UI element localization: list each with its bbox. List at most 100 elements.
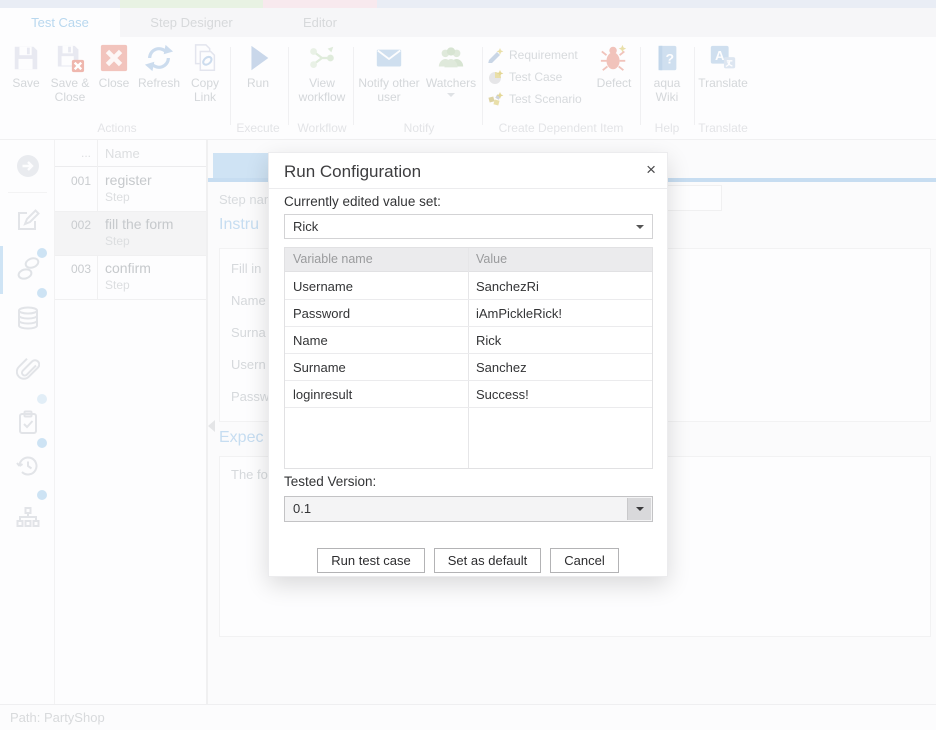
dialog-close-icon[interactable]: × xyxy=(646,160,656,180)
set-as-default-button[interactable]: Set as default xyxy=(434,548,542,573)
sidebar-item-data[interactable] xyxy=(0,296,54,344)
defect-icon xyxy=(599,43,629,73)
aqua-wiki-button[interactable]: ? aqua Wiki xyxy=(644,43,690,105)
tab-step-designer[interactable]: Step Designer xyxy=(120,8,263,37)
create-test-scenario-button[interactable]: Test Scenario xyxy=(488,89,582,109)
column-header-value: Value xyxy=(476,252,507,266)
close-label: Close xyxy=(94,76,134,90)
variable-value-cell[interactable]: Success! xyxy=(476,387,529,402)
step-row-001[interactable]: 001 register Step xyxy=(55,168,206,212)
view-workflow-button[interactable]: View workflow xyxy=(294,43,350,105)
arrow-right-circle-icon xyxy=(16,154,40,178)
tested-version-combobox[interactable]: 0.1 xyxy=(284,496,653,522)
scenario-icon xyxy=(488,91,504,107)
create-requirement-button[interactable]: Requirement xyxy=(488,45,578,65)
tab-test-case[interactable]: Test Case xyxy=(0,8,120,37)
translate-button[interactable]: A Translate xyxy=(698,43,748,90)
select-caret-icon xyxy=(636,225,644,229)
watchers-button[interactable]: Watchers xyxy=(422,43,480,97)
sidebar-item-history[interactable] xyxy=(0,444,54,492)
variable-value-cell[interactable]: Rick xyxy=(476,333,501,348)
create-test-case-button[interactable]: Test Case xyxy=(488,67,562,87)
value-set-select[interactable]: Rick xyxy=(284,214,653,239)
cancel-button[interactable]: Cancel xyxy=(550,548,618,573)
steps-icon xyxy=(16,256,42,282)
variable-name-cell: Name xyxy=(293,333,328,348)
sidebar-item-hierarchy[interactable] xyxy=(0,496,54,544)
save-close-button[interactable]: Save & Close xyxy=(48,43,92,105)
sidebar-item-steps[interactable] xyxy=(0,246,54,294)
notify-other-user-label: Notify other user xyxy=(358,76,420,105)
watchers-dropdown-caret-icon xyxy=(447,93,455,97)
save-button[interactable]: Save xyxy=(6,43,46,90)
group-label-notify: Notify xyxy=(358,121,480,135)
dialog-button-row: Run test case Set as default Cancel xyxy=(269,548,667,573)
run-label: Run xyxy=(236,76,280,90)
variable-value-cell[interactable]: SanchezRi xyxy=(476,279,539,294)
editor-strip xyxy=(263,0,377,8)
column-header-name[interactable]: Name xyxy=(105,146,140,161)
run-test-case-button[interactable]: Run test case xyxy=(317,548,425,573)
step-type: Step xyxy=(105,190,130,204)
hierarchy-badge xyxy=(37,490,47,500)
table-row[interactable]: Username SanchezRi xyxy=(285,273,652,300)
execution-badge xyxy=(37,394,47,404)
collapse-panel-arrow-icon[interactable] xyxy=(208,420,215,432)
group-separator xyxy=(482,47,483,125)
instruction-line: Fill in xyxy=(231,261,261,276)
step-row-002[interactable]: 002 fill the form Step xyxy=(55,212,206,256)
dialog-title: Run Configuration xyxy=(284,162,421,182)
copy-link-button[interactable]: Copy Link xyxy=(184,43,226,105)
instruction-line: Surna xyxy=(231,325,266,340)
combobox-caret-icon xyxy=(636,507,644,511)
table-row[interactable]: loginresult Success! xyxy=(285,381,652,408)
group-separator xyxy=(640,47,641,125)
variable-name-cell: Username xyxy=(293,279,353,294)
run-icon xyxy=(243,43,273,73)
save-label: Save xyxy=(6,76,46,90)
view-workflow-label: View workflow xyxy=(294,76,350,105)
step-type: Step xyxy=(105,234,130,248)
clipboard-check-icon xyxy=(16,410,40,434)
history-badge xyxy=(37,438,47,448)
run-button[interactable]: Run xyxy=(236,43,280,90)
combobox-dropdown-button[interactable] xyxy=(627,498,651,520)
close-red-icon xyxy=(99,43,129,73)
aqua-wiki-label: aqua Wiki xyxy=(644,76,690,105)
table-row[interactable]: Surname Sanchez xyxy=(285,354,652,381)
watchers-icon xyxy=(436,43,466,73)
steps-list-panel: ... Name 001 register Step 002 fill the … xyxy=(55,140,207,704)
table-row[interactable]: Password iAmPickleRick! xyxy=(285,300,652,327)
variable-name-cell: Password xyxy=(293,306,350,321)
group-label-create-dependent-item: Create Dependent Item xyxy=(485,121,637,135)
database-icon xyxy=(16,306,40,330)
sidebar-item-expand[interactable] xyxy=(0,144,54,192)
workflow-icon xyxy=(307,43,337,73)
history-icon xyxy=(16,454,40,478)
table-row[interactable]: Name Rick xyxy=(285,327,652,354)
close-button[interactable]: Close xyxy=(94,43,134,90)
create-defect-button[interactable]: Defect xyxy=(592,43,636,90)
group-separator xyxy=(694,47,695,125)
sidebar-divider xyxy=(8,192,47,193)
dialog-title-divider xyxy=(269,188,667,189)
instruction-line: Passw xyxy=(231,389,269,404)
tested-version-label: Tested Version: xyxy=(284,474,376,489)
copy-link-label: Copy Link xyxy=(184,76,226,105)
step-row-003[interactable]: 003 confirm Step xyxy=(55,256,206,300)
refresh-button[interactable]: Refresh xyxy=(136,43,182,90)
tab-editor[interactable]: Editor xyxy=(263,8,377,37)
translate-icon: A xyxy=(708,43,738,73)
notify-other-user-button[interactable]: Notify other user xyxy=(358,43,420,105)
sidebar-item-edit[interactable] xyxy=(0,198,54,246)
path-label: Path: PartyShop xyxy=(10,710,105,725)
copy-link-icon xyxy=(190,43,220,73)
watchers-label: Watchers xyxy=(422,76,480,90)
step-name: register xyxy=(105,172,152,188)
sidebar-item-attachments[interactable] xyxy=(0,348,54,396)
variable-value-cell[interactable]: iAmPickleRick! xyxy=(476,306,562,321)
variable-value-cell[interactable]: Sanchez xyxy=(476,360,527,375)
step-name: fill the form xyxy=(105,216,173,232)
run-configuration-dialog: Run Configuration × Currently edited val… xyxy=(268,152,668,577)
instruction-line: Usern xyxy=(231,357,266,372)
